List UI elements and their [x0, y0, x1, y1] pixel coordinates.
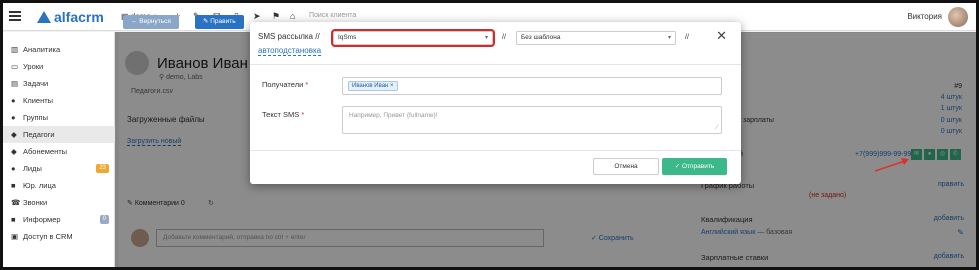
template-select[interactable]: Без шаблона ▾: [516, 31, 676, 45]
recipients-field[interactable]: Иванов Иван ×: [342, 77, 722, 95]
chevron-down-icon: ▾: [484, 35, 488, 41]
app-window: alfacrm ▦ demo ▾ + ✎ ✉ ▯ ➤ ⚑ ⌂ Поиск кли…: [3, 3, 976, 267]
divider: [250, 64, 741, 65]
separator: //: [502, 34, 506, 41]
modal-title: SMS рассылка //: [258, 32, 320, 41]
provider-select[interactable]: IqSms ▾: [333, 31, 493, 45]
sms-modal: SMS рассылка // IqSms ▾ // Без шаблона ▾ /…: [250, 22, 741, 184]
send-button[interactable]: ✓ Отправить: [662, 158, 727, 175]
resize-handle-icon[interactable]: ⟋: [715, 125, 719, 132]
chevron-down-icon: ▾: [667, 35, 671, 41]
separator: //: [685, 34, 689, 41]
autosubstitution-link[interactable]: автоподстановка: [258, 46, 322, 56]
sms-text-input[interactable]: Например, Привет {fullname}! ⟋: [342, 106, 722, 134]
cancel-button[interactable]: Отмена: [593, 158, 659, 175]
divider: [250, 150, 741, 151]
recipients-label: Получатели *: [262, 80, 309, 89]
recipient-chip[interactable]: Иванов Иван ×: [348, 81, 398, 91]
sms-text-label: Текст SMS *: [262, 110, 305, 119]
close-icon[interactable]: ✕: [716, 28, 727, 44]
